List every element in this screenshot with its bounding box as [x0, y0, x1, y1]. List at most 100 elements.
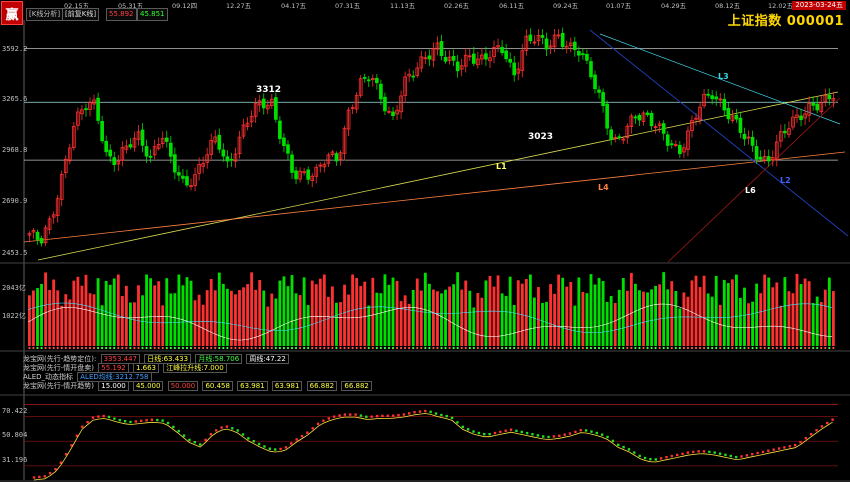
- volume-marker: [727, 346, 730, 350]
- volume-bar: [569, 282, 573, 346]
- oscillator-dot: [274, 448, 277, 451]
- stock-chart-canvas[interactable]: 3592.2 3265.6 2968.8 2690.9 2453.5 2043亿 1022亿…: [0, 0, 850, 482]
- adjusted-kline-tab[interactable]: [前复K线]: [62, 8, 100, 21]
- oscillator-dot: [166, 421, 170, 425]
- volume-series: [27, 272, 835, 350]
- volume-bar: [169, 293, 173, 346]
- volume-bar: [621, 278, 625, 346]
- volume-bar: [747, 303, 750, 346]
- volume-bar: [411, 289, 415, 346]
- volume-bar: [714, 275, 718, 346]
- volume-bar: [533, 297, 536, 346]
- volume-bar: [383, 274, 387, 346]
- volume-marker: [577, 346, 580, 350]
- candle-body: [84, 108, 88, 111]
- volume-marker: [189, 346, 193, 350]
- candle-body: [678, 144, 682, 155]
- candle-body: [334, 153, 339, 162]
- volume-marker: [193, 346, 197, 350]
- volume-marker: [694, 346, 698, 350]
- volume-marker: [743, 346, 746, 350]
- oscillator-dot: [772, 448, 775, 451]
- volume-marker: [222, 346, 225, 350]
- trendline-L4: [23, 151, 846, 243]
- candle-body: [649, 112, 654, 127]
- volume-marker: [161, 346, 164, 350]
- volume-marker: [690, 346, 694, 350]
- volume-bar: [286, 286, 290, 346]
- volume-bar: [403, 295, 407, 346]
- volume-bar: [427, 283, 431, 346]
- kline-analysis-tab[interactable]: [K线分析]: [26, 8, 64, 21]
- volume-marker: [311, 346, 314, 350]
- oscillator-dot: [118, 418, 121, 422]
- volume-marker: [525, 346, 528, 350]
- candle-body: [148, 155, 153, 158]
- candle-body: [512, 62, 517, 76]
- oscillator-dot: [590, 430, 593, 433]
- volume-marker: [472, 346, 475, 350]
- volume-bar: [811, 302, 815, 346]
- oscillator-dot: [247, 437, 250, 440]
- volume-marker: [711, 346, 714, 350]
- oscillator-dot: [756, 451, 759, 455]
- volume-marker: [509, 346, 512, 350]
- volume-marker: [153, 346, 156, 350]
- volume-bar: [250, 272, 254, 346]
- oscillator-dot: [418, 410, 422, 413]
- volume-marker: [141, 346, 144, 350]
- oscillator-dot: [225, 425, 229, 428]
- volume-marker: [820, 346, 823, 350]
- volume-marker: [585, 346, 589, 350]
- volume-bar: [735, 274, 738, 346]
- volume-marker: [658, 346, 661, 350]
- candle-body: [471, 53, 476, 64]
- volume-marker: [723, 346, 726, 350]
- volume-marker: [335, 346, 338, 350]
- oscillator-dot: [177, 429, 180, 433]
- oscillator-dot: [708, 450, 711, 454]
- oscillator-dot: [413, 411, 416, 414]
- oscillator-dot: [692, 450, 695, 454]
- volume-bar: [638, 290, 641, 346]
- oscillator-dot: [740, 455, 743, 458]
- candle-body: [758, 156, 763, 160]
- candle-body: [617, 136, 622, 139]
- indicator-1-name: 龙宝网(先行-趋势定位):: [23, 355, 97, 363]
- oscillator-dot: [777, 447, 781, 450]
- volume-marker: [44, 346, 47, 350]
- current-date-badge: 2023-03-24五: [792, 1, 846, 10]
- candle-body: [528, 34, 533, 42]
- candle-body: [597, 89, 601, 93]
- oscillator-dot: [322, 419, 325, 422]
- volume-bar: [795, 273, 799, 346]
- volume-bar: [419, 290, 423, 346]
- volume-marker: [298, 346, 302, 350]
- volume-marker: [323, 346, 326, 350]
- oscillator-dot: [633, 451, 636, 454]
- volume-bar: [739, 297, 742, 346]
- volume-bar: [274, 298, 278, 346]
- volume-marker: [496, 346, 500, 350]
- volume-bar: [686, 296, 690, 346]
- oscillator-dot: [826, 421, 829, 425]
- indicator-4-val-1: 15.000: [98, 381, 129, 391]
- volume-bar: [508, 276, 512, 346]
- price-tick-label: 3592.2: [2, 45, 27, 53]
- volume-bar: [225, 288, 229, 346]
- value-red-box: 55.892: [106, 8, 137, 21]
- candle-body: [581, 53, 585, 56]
- oscillator-dot: [424, 409, 427, 413]
- volume-bar: [472, 307, 476, 346]
- volume-marker: [395, 346, 399, 350]
- candle-body: [633, 116, 638, 119]
- oscillator-dot: [558, 434, 561, 437]
- index-title: 上证指数 000001: [727, 14, 844, 29]
- volume-bar: [480, 297, 484, 346]
- candle-body: [375, 77, 379, 84]
- volume-marker: [177, 346, 180, 350]
- volume-marker: [169, 346, 172, 350]
- volume-bar: [270, 293, 274, 346]
- volume-bar: [516, 280, 520, 346]
- oscillator-dot: [268, 447, 272, 450]
